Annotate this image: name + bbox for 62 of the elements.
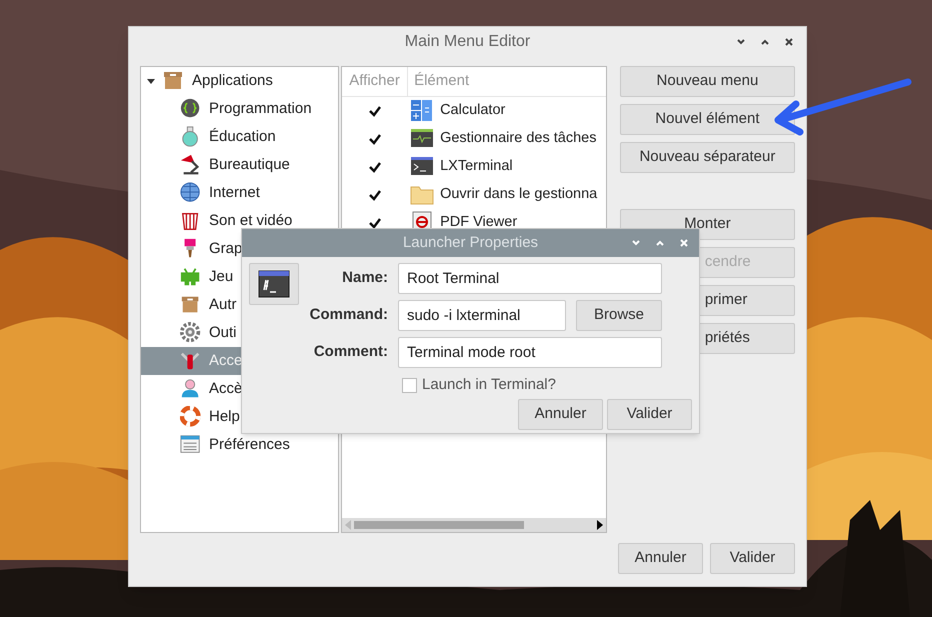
tree-item-label: Préférences <box>209 434 290 455</box>
globe-icon <box>180 182 202 204</box>
tree-item[interactable]: Applications <box>192 70 273 92</box>
tree-item-label: Outi <box>209 322 237 343</box>
checkbox[interactable] <box>368 104 382 118</box>
checkbox[interactable] <box>402 378 417 393</box>
dialog-button[interactable]: Valider <box>710 543 795 574</box>
tree-item[interactable]: Internet <box>141 179 338 207</box>
tree-item[interactable]: Éducation <box>141 123 338 151</box>
minimize-icon[interactable] <box>736 37 746 47</box>
tree-item-label: Autr <box>209 294 237 315</box>
menu-entry-label[interactable]: LXTerminal <box>440 156 513 178</box>
tree-item[interactable]: Préférences <box>141 431 338 459</box>
menu-entry-label[interactable]: Ouvrir dans le gestionna <box>440 184 598 206</box>
maximize-icon[interactable] <box>760 37 770 47</box>
tree-item-label: Internet <box>209 182 260 203</box>
launcher-icon-button[interactable] <box>249 263 299 305</box>
menu-entry-label[interactable]: Calculator <box>440 100 506 122</box>
tree-item-label: Éducation <box>209 126 276 147</box>
code-icon <box>180 98 202 120</box>
field-label: Command: <box>308 305 388 326</box>
window-title: Main Menu Editor <box>404 33 530 50</box>
checkbox[interactable] <box>368 132 382 146</box>
tree-item-label: Son et vidéo <box>209 210 292 231</box>
dialog-button[interactable]: Valider <box>607 398 692 430</box>
toolbar-button[interactable]: Nouveau menu <box>620 66 795 97</box>
text-field[interactable]: Root Terminal <box>398 263 662 294</box>
tree-item-label: Acce <box>209 350 242 371</box>
calculator-icon <box>410 99 434 123</box>
alien-icon <box>180 266 202 288</box>
toolbar-button[interactable]: Nouvel élément <box>620 104 795 135</box>
dialog-title: Launcher Properties <box>402 234 538 251</box>
text-field[interactable]: sudo -i lxterminal <box>398 300 566 331</box>
checkbox[interactable] <box>368 216 382 230</box>
tree-item-label: Jeu <box>209 266 234 287</box>
expander-icon[interactable] <box>146 76 156 86</box>
tree-item-label: Help <box>209 406 240 427</box>
scroll-right-icon[interactable] <box>596 520 603 530</box>
checkbox-label[interactable]: Launch in Terminal? <box>422 374 556 396</box>
tree-item-label: Bureautique <box>209 154 290 175</box>
terminal-icon <box>258 268 290 300</box>
knife-icon <box>180 350 202 372</box>
field-label: Name: <box>341 268 388 288</box>
lamp-icon <box>180 154 202 176</box>
dialog-button[interactable]: Annuler <box>518 398 603 430</box>
text-field[interactable]: Terminal mode root <box>398 337 662 368</box>
tree-item[interactable]: Programmation <box>141 95 338 123</box>
menu-entry-label[interactable]: Gestionnaire des tâches <box>440 128 596 150</box>
dialog-button[interactable]: Annuler <box>618 543 703 574</box>
tree-item-label: Grap <box>209 238 242 259</box>
horizontal-scrollbar[interactable] <box>342 518 606 532</box>
tree-item-label: Programmation <box>209 98 312 119</box>
close-icon[interactable] <box>784 37 794 47</box>
checkbox[interactable] <box>368 160 382 174</box>
tree-item[interactable]: Bureautique <box>141 151 338 179</box>
settings-panel-icon <box>180 434 202 456</box>
browse-button[interactable]: Browse <box>576 300 662 331</box>
checkbox[interactable] <box>368 188 382 202</box>
gear-icon <box>180 322 202 344</box>
tree-item-label: Accè <box>209 378 242 399</box>
lifebuoy-icon <box>180 406 202 428</box>
toolbar-button[interactable]: Nouveau séparateur <box>620 142 795 173</box>
